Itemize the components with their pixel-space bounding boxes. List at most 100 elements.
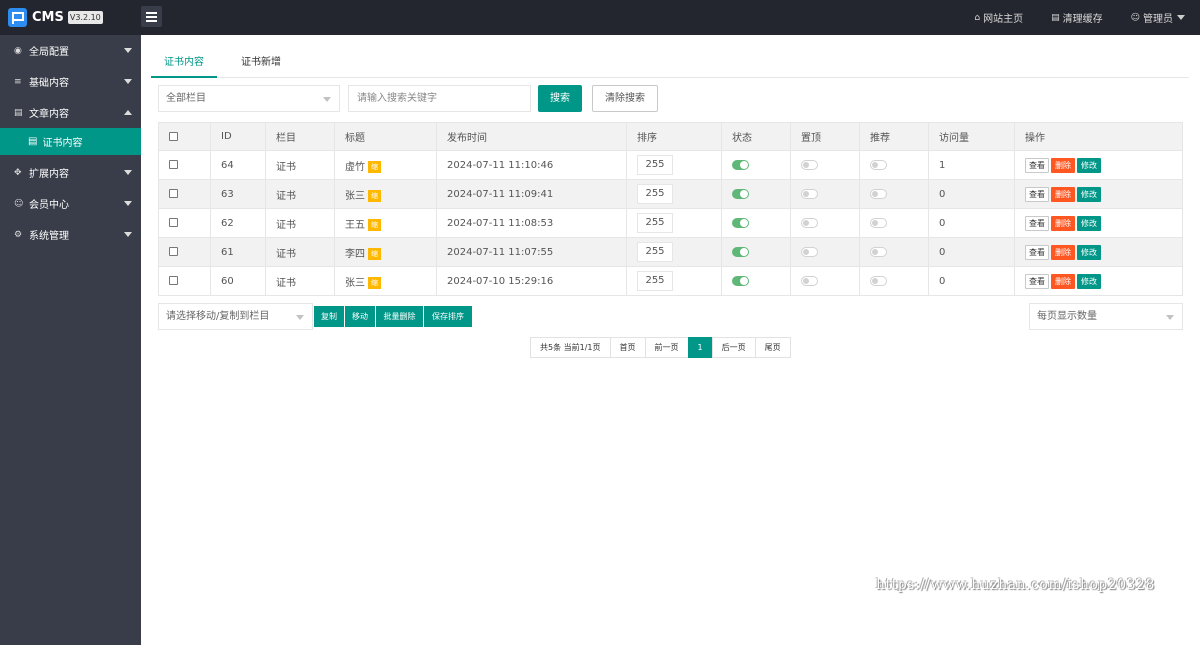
search-button[interactable]: 搜索 xyxy=(538,85,582,112)
status-toggle[interactable] xyxy=(732,246,749,257)
row-title-cell: 李四缩 xyxy=(334,237,437,267)
row-visits: 0 xyxy=(928,266,1015,296)
last-page-button[interactable]: 尾页 xyxy=(754,337,791,358)
move-copy-category-select[interactable]: 请选择移动/复制到栏目 xyxy=(158,303,313,330)
row-title[interactable]: 李四 xyxy=(345,249,365,260)
sidebar-item-system-management[interactable]: ⚙ 系统管理 xyxy=(0,219,141,250)
prev-page-button[interactable]: 前一页 xyxy=(644,337,689,358)
sidebar: ◉ 全局配置 ≡ 基础内容 ▤ 文章内容 ▤ 证书内容 ✥ 扩展内容 ☺ 会员中… xyxy=(0,35,141,645)
top-toggle[interactable] xyxy=(801,188,818,199)
row-top-cell xyxy=(790,208,860,238)
next-page-button[interactable]: 后一页 xyxy=(711,337,756,358)
app-logo[interactable]: CMS V3.2.10 xyxy=(8,8,103,27)
menu-toggle-button[interactable] xyxy=(141,6,162,27)
sidebar-item-global-config[interactable]: ◉ 全局配置 xyxy=(0,35,141,66)
top-toggle[interactable] xyxy=(801,246,818,257)
select-all-cell xyxy=(158,122,211,151)
clear-cache-link[interactable]: ▤ 清理缓存 xyxy=(1051,10,1103,26)
clear-search-button[interactable]: 清除搜索 xyxy=(592,85,658,112)
delete-button[interactable]: 删除 xyxy=(1051,157,1075,173)
row-sort-cell: 255 xyxy=(626,266,722,296)
delete-button[interactable]: 删除 xyxy=(1051,244,1075,260)
recommend-toggle[interactable] xyxy=(870,246,887,257)
delete-button[interactable]: 删除 xyxy=(1051,273,1075,289)
edit-button[interactable]: 修改 xyxy=(1077,273,1101,289)
row-select-cell xyxy=(158,237,211,267)
sidebar-item-label: 会员中心 xyxy=(29,200,69,211)
per-page-select[interactable]: 每页显示数量 xyxy=(1029,303,1183,330)
pagination: 共5条 当前1/1页 首页 前一页 1 后一页 尾页 xyxy=(530,337,791,358)
row-select-cell xyxy=(158,150,211,180)
status-toggle[interactable] xyxy=(732,217,749,228)
sidebar-item-extended-content[interactable]: ✥ 扩展内容 xyxy=(0,157,141,188)
home-link[interactable]: ⌂ 网站主页 xyxy=(974,10,1023,26)
recommend-toggle[interactable] xyxy=(870,188,887,199)
top-toggle[interactable] xyxy=(801,217,818,228)
row-visits: 0 xyxy=(928,179,1015,209)
row-status-cell xyxy=(721,179,791,209)
first-page-button[interactable]: 首页 xyxy=(609,337,646,358)
user-icon: ☺ xyxy=(14,198,24,209)
row-checkbox[interactable] xyxy=(169,218,178,227)
edit-button[interactable]: 修改 xyxy=(1077,186,1101,202)
copy-button[interactable]: 复制 xyxy=(314,306,345,327)
sort-input[interactable]: 255 xyxy=(637,271,673,291)
sort-input[interactable]: 255 xyxy=(637,213,673,233)
sidebar-item-article-content[interactable]: ▤ 文章内容 xyxy=(0,97,141,128)
row-actions: 查看 删除 修改 xyxy=(1014,237,1183,267)
expand-icon: ✥ xyxy=(14,167,22,178)
sort-input[interactable]: 255 xyxy=(637,184,673,204)
edit-button[interactable]: 修改 xyxy=(1077,157,1101,173)
sidebar-subitem-certificate-content[interactable]: ▤ 证书内容 xyxy=(0,128,141,155)
thumbnail-tag: 缩 xyxy=(368,218,381,231)
search-input[interactable] xyxy=(348,85,531,112)
recommend-toggle[interactable] xyxy=(870,217,887,228)
sort-input[interactable]: 255 xyxy=(637,155,673,175)
row-actions: 查看 删除 修改 xyxy=(1014,208,1183,238)
sidebar-item-basic-content[interactable]: ≡ 基础内容 xyxy=(0,66,141,97)
current-page-button[interactable]: 1 xyxy=(687,337,713,358)
recommend-toggle[interactable] xyxy=(870,159,887,170)
view-button[interactable]: 查看 xyxy=(1025,157,1049,173)
view-button[interactable]: 查看 xyxy=(1025,244,1049,260)
view-button[interactable]: 查看 xyxy=(1025,186,1049,202)
delete-button[interactable]: 删除 xyxy=(1051,215,1075,231)
row-visits: 1 xyxy=(928,150,1015,180)
top-toggle[interactable] xyxy=(801,159,818,170)
delete-button[interactable]: 删除 xyxy=(1051,186,1075,202)
select-all-checkbox[interactable] xyxy=(169,131,178,141)
view-button[interactable]: 查看 xyxy=(1025,215,1049,231)
row-id: 62 xyxy=(210,208,266,238)
row-checkbox[interactable] xyxy=(169,189,178,198)
move-button[interactable]: 移动 xyxy=(345,306,376,327)
batch-delete-button[interactable]: 批量删除 xyxy=(376,306,424,327)
chevron-down-icon xyxy=(1177,15,1185,20)
tab-bar: 证书内容 证书新增 xyxy=(151,51,1189,78)
table-header-row: ID 栏目 标题 发布时间 排序 状态 置顶 推荐 访问量 操作 xyxy=(158,122,1183,151)
view-button[interactable]: 查看 xyxy=(1025,273,1049,289)
edit-button[interactable]: 修改 xyxy=(1077,215,1101,231)
category-select[interactable]: 全部栏目 xyxy=(158,85,340,112)
sort-input[interactable]: 255 xyxy=(637,242,673,262)
tab-certificate-content[interactable]: 证书内容 xyxy=(151,51,217,78)
row-id: 61 xyxy=(210,237,266,267)
user-menu[interactable]: ☺ 管理员 xyxy=(1131,10,1185,25)
row-title[interactable]: 虚竹 xyxy=(345,162,365,173)
row-checkbox[interactable] xyxy=(169,247,178,256)
top-toggle[interactable] xyxy=(801,275,818,286)
row-checkbox[interactable] xyxy=(169,160,178,169)
tab-certificate-add[interactable]: 证书新增 xyxy=(231,51,291,78)
row-checkbox[interactable] xyxy=(169,276,178,285)
thumbnail-tag: 缩 xyxy=(368,189,381,202)
status-toggle[interactable] xyxy=(732,275,749,286)
status-toggle[interactable] xyxy=(732,188,749,199)
recommend-toggle[interactable] xyxy=(870,275,887,286)
table-row: 63 证书 张三缩 2024-07-11 11:09:41 255 0 查看 删除 修改 xyxy=(158,179,1183,209)
status-toggle[interactable] xyxy=(732,159,749,170)
row-title[interactable]: 张三 xyxy=(345,191,365,202)
row-title[interactable]: 王五 xyxy=(345,220,365,231)
edit-button[interactable]: 修改 xyxy=(1077,244,1101,260)
sidebar-item-member-center[interactable]: ☺ 会员中心 xyxy=(0,188,141,219)
save-sort-button[interactable]: 保存排序 xyxy=(424,306,473,327)
row-title[interactable]: 张三 xyxy=(345,278,365,289)
